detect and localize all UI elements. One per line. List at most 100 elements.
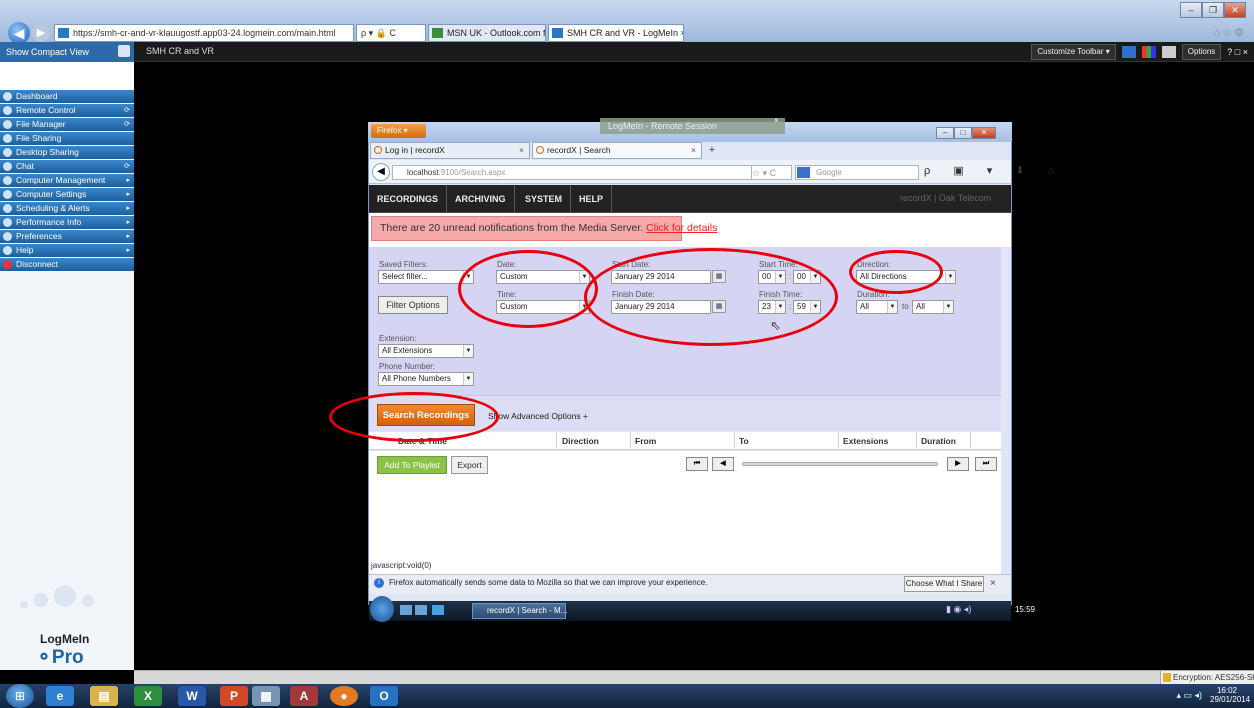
close-button[interactable]: ✕ [972, 127, 996, 139]
sidebar-item-file-sharing[interactable]: File Sharing [0, 132, 134, 145]
nav-recordings[interactable]: RECORDINGS [369, 185, 448, 213]
remote-start-button[interactable] [370, 596, 394, 622]
reload-bookmark-controls[interactable]: ☆ ▾ C [752, 165, 792, 180]
submenu-arrow-icon: ▸ [126, 233, 130, 240]
sidebar-item-computer-settings[interactable]: Computer Settings ▸ [0, 188, 134, 201]
window-help-controls[interactable]: ? □ × [1227, 47, 1248, 57]
choose-what-i-share-button[interactable]: Choose What I Share [904, 576, 984, 592]
pager-slider[interactable] [742, 462, 938, 466]
column-to[interactable]: To [739, 436, 749, 446]
maximize-button[interactable]: ❐ [1202, 2, 1224, 18]
address-bar[interactable]: https://smh-cr-and-vr-klauugostf.app03-2… [54, 24, 354, 42]
tab-label: Log in | recordX [385, 145, 445, 155]
firefox-taskbar-icon[interactable]: ● [330, 686, 358, 706]
calculator-taskbar-icon[interactable]: ▦ [252, 686, 280, 706]
remote-explorer-icon[interactable] [415, 605, 427, 615]
tab-close-icon[interactable]: × [681, 28, 683, 38]
home-favorites-tools-icon[interactable]: ⌂☆⚙ [1214, 26, 1246, 39]
filter-options-button[interactable]: Filter Options [378, 296, 448, 314]
search-input[interactable]: Google [795, 165, 919, 180]
session-close-icon[interactable]: × [774, 116, 779, 125]
tab-logmein[interactable]: SMH CR and VR - LogMeIn × [548, 24, 684, 42]
sidebar-item-computer-management[interactable]: Computer Management ▸ [0, 174, 134, 187]
prev-page-button[interactable]: ◀ [712, 457, 734, 471]
tab-recordx-search[interactable]: recordX | Search × [532, 142, 702, 159]
popout-icon[interactable]: ⟳ [124, 104, 130, 117]
nav-archiving[interactable]: ARCHIVING [447, 185, 515, 213]
tab-login-recordx[interactable]: Log in | recordX × [370, 142, 530, 159]
powerpoint-taskbar-icon[interactable]: P [220, 686, 248, 706]
word-taskbar-icon[interactable]: W [178, 686, 206, 706]
remote-show-desktop-icon[interactable] [400, 605, 412, 615]
back-button[interactable]: ◀ [8, 22, 30, 44]
google-icon[interactable] [797, 167, 810, 178]
popout-icon[interactable]: ⟳ [124, 160, 130, 173]
results-body [369, 481, 1001, 561]
phone-number-select[interactable]: All Phone Numbers ▼ [378, 372, 474, 386]
close-button[interactable]: ✕ [1224, 2, 1246, 18]
explorer-taskbar-icon[interactable]: ▤ [90, 686, 118, 706]
tab-close-icon[interactable]: × [691, 143, 696, 158]
sidebar-item-preferences[interactable]: Preferences ▸ [0, 230, 134, 243]
options-button[interactable]: Options [1181, 44, 1222, 60]
url-bar[interactable]: localhost:9100/Search.aspx [392, 165, 752, 180]
annotation-ring-date-time [458, 250, 598, 328]
ie-taskbar-icon[interactable]: e [46, 686, 74, 706]
address-tools[interactable]: ρ ▾ 🔒 C [356, 24, 426, 42]
minimize-button[interactable]: – [1180, 2, 1202, 18]
sidebar-item-label: Performance Info [16, 217, 82, 227]
back-button[interactable]: ◀ [372, 163, 390, 181]
nav-help[interactable]: HELP [571, 185, 613, 213]
column-duration[interactable]: Duration [921, 436, 956, 446]
screen-icon[interactable] [1121, 46, 1136, 58]
start-button[interactable]: ⊞ [6, 684, 34, 708]
maximize-button[interactable]: □ [954, 127, 972, 139]
column-from[interactable]: From [635, 436, 656, 446]
duration-from-select[interactable]: All ▼ [856, 300, 898, 314]
tab-msn[interactable]: MSN UK - Outlook.com forme... [428, 24, 546, 42]
customize-toolbar-button[interactable]: Customize Toolbar ▾ [1031, 44, 1116, 60]
excel-taskbar-icon[interactable]: X [134, 686, 162, 706]
color-icon[interactable] [1141, 46, 1156, 58]
last-page-button[interactable]: ⏭ [975, 457, 997, 471]
add-to-playlist-button[interactable]: Add To Playlist [377, 456, 447, 474]
sidebar-item-dashboard[interactable]: Dashboard [0, 90, 134, 103]
sidebar-item-remote-control[interactable]: Remote Control ⟳ [0, 104, 134, 117]
column-direction[interactable]: Direction [562, 436, 599, 446]
remote-taskbar [369, 601, 1011, 621]
next-page-button[interactable]: ▶ [947, 457, 969, 471]
sidebar-item-desktop-sharing[interactable]: Desktop Sharing [0, 146, 134, 159]
firefox-menu-button[interactable]: Firefox ▾ [371, 124, 426, 138]
duration-to-select[interactable]: All ▼ [912, 300, 954, 314]
network-icon[interactable] [1161, 46, 1176, 58]
pin-icon[interactable] [118, 45, 130, 57]
minimize-button[interactable]: – [936, 127, 954, 139]
sidebar-item-file-manager[interactable]: File Manager ⟳ [0, 118, 134, 131]
sidebar-item-label: Desktop Sharing [16, 147, 79, 157]
access-taskbar-icon[interactable]: A [290, 686, 318, 706]
show-advanced-options-link[interactable]: Show Advanced Options + [488, 411, 588, 421]
remote-task-recordx[interactable]: recordX | Search - M... [472, 603, 567, 619]
forward-button[interactable]: ▶ [32, 24, 50, 42]
toolbar-icons[interactable]: ρ ▣ ▾ ⬇ ⌂ [924, 164, 1064, 177]
tab-close-icon[interactable]: × [519, 143, 524, 158]
column-extensions[interactable]: Extensions [843, 436, 888, 446]
notice-close-icon[interactable]: × [990, 578, 996, 589]
new-tab-button[interactable]: + [704, 143, 720, 158]
popout-icon[interactable]: ⟳ [124, 118, 130, 131]
sidebar-item-chat[interactable]: Chat ⟳ [0, 160, 134, 173]
system-tray-icons[interactable]: ▴ ▭ ◂) [1176, 690, 1202, 701]
outlook-taskbar-icon[interactable]: O [370, 686, 398, 706]
page-icon [374, 146, 382, 154]
nav-system[interactable]: SYSTEM [517, 185, 572, 213]
first-page-button[interactable]: ⏮ [686, 457, 708, 471]
export-button[interactable]: Export [451, 456, 488, 474]
sidebar-item-help[interactable]: Help ▸ [0, 244, 134, 257]
remote-ie-icon[interactable] [432, 605, 444, 615]
extension-select[interactable]: All Extensions ▼ [378, 344, 474, 358]
sidebar-item-performance-info[interactable]: Performance Info ▸ [0, 216, 134, 229]
sidebar-item-scheduling-alerts[interactable]: Scheduling & Alerts ▸ [0, 202, 134, 215]
sidebar-item-disconnect[interactable]: Disconnect [0, 258, 134, 271]
notification-link[interactable]: Click for details [646, 222, 717, 234]
show-compact-view-button[interactable]: Show Compact View [0, 42, 134, 62]
